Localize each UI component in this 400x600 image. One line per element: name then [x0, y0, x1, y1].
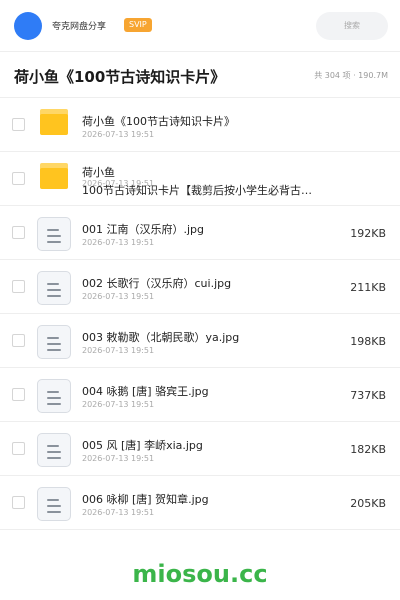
- file-icon: [37, 379, 71, 413]
- item-size: 198KB: [350, 335, 386, 348]
- item-name-continued: 100节古诗知识卡片【裁剪后按小学生必背古…: [82, 184, 312, 197]
- select-checkbox[interactable]: [12, 280, 25, 293]
- list-item[interactable]: 005 风 [唐] 李峤xia.jpg 2026-07-13 19:51 182…: [0, 422, 400, 476]
- item-summary: 共 304 项 · 190.7M: [314, 71, 388, 80]
- item-date: 2026-07-13 19:51: [82, 238, 155, 247]
- item-date: 2026-07-13 19:51: [82, 508, 155, 517]
- select-checkbox[interactable]: [12, 118, 25, 131]
- list-item[interactable]: 003 敕勒歌（北朝民歌）ya.jpg 2026-07-13 19:51 198…: [0, 314, 400, 368]
- watermark-logo: miosou.cc: [132, 560, 268, 588]
- item-date: 2026-07-13 19:51: [82, 130, 155, 139]
- item-size: 737KB: [350, 389, 386, 402]
- item-date: 2026-07-13 19:51: [82, 454, 155, 463]
- file-icon: [37, 487, 71, 521]
- folder-icon: [40, 109, 68, 135]
- select-checkbox[interactable]: [12, 442, 25, 455]
- select-checkbox[interactable]: [12, 388, 25, 401]
- svip-badge: SVIP: [124, 18, 152, 32]
- file-icon: [37, 271, 71, 305]
- file-icon: [37, 325, 71, 359]
- list-item[interactable]: 002 长歌行（汉乐府）cui.jpg 2026-07-13 19:51 211…: [0, 260, 400, 314]
- list-item[interactable]: 荷小鱼 2026-07-13 19:51 100节古诗知识卡片【裁剪后按小学生必…: [0, 152, 400, 206]
- item-size: 211KB: [350, 281, 386, 294]
- header-bar: 夸克网盘分享 SVIP 搜索: [0, 0, 400, 52]
- folder-icon: [40, 163, 68, 189]
- item-name: 荷小鱼《100节古诗知识卡片》: [82, 115, 235, 128]
- search-input[interactable]: 搜索: [316, 12, 388, 40]
- item-date: 2026-07-13 19:51: [82, 292, 155, 301]
- item-name: 005 风 [唐] 李峤xia.jpg: [82, 439, 203, 452]
- list-item[interactable]: 荷小鱼《100节古诗知识卡片》 2026-07-13 19:51: [0, 98, 400, 152]
- list-item[interactable]: 004 咏鹅 [唐] 骆宾王.jpg 2026-07-13 19:51 737K…: [0, 368, 400, 422]
- list-item[interactable]: 001 江南（汉乐府）.jpg 2026-07-13 19:51 192KB: [0, 206, 400, 260]
- file-icon: [37, 433, 71, 467]
- select-checkbox[interactable]: [12, 334, 25, 347]
- file-icon: [37, 217, 71, 251]
- item-name: 荷小鱼: [82, 166, 115, 179]
- select-checkbox[interactable]: [12, 226, 25, 239]
- avatar[interactable]: [14, 12, 42, 40]
- item-size: 182KB: [350, 443, 386, 456]
- file-list: 荷小鱼《100节古诗知识卡片》 2026-07-13 19:51 荷小鱼 202…: [0, 98, 400, 530]
- page-title: 荷小鱼《100节古诗知识卡片》: [14, 68, 226, 86]
- item-date: 2026-07-13 19:51: [82, 346, 155, 355]
- item-name: 001 江南（汉乐府）.jpg: [82, 223, 205, 236]
- item-name: 006 咏柳 [唐] 贺知章.jpg: [82, 493, 209, 506]
- select-checkbox[interactable]: [12, 496, 25, 509]
- item-size: 205KB: [350, 497, 386, 510]
- list-item[interactable]: 006 咏柳 [唐] 贺知章.jpg 2026-07-13 19:51 205K…: [0, 476, 400, 530]
- title-row: 荷小鱼《100节古诗知识卡片》 共 304 项 · 190.7M: [0, 52, 400, 98]
- item-name: 002 长歌行（汉乐府）cui.jpg: [82, 277, 232, 290]
- item-date: 2026-07-13 19:51: [82, 400, 155, 409]
- item-name: 003 敕勒歌（北朝民歌）ya.jpg: [82, 331, 240, 344]
- share-source-name: 夸克网盘分享: [52, 22, 107, 32]
- select-checkbox[interactable]: [12, 172, 25, 185]
- item-name: 004 咏鹅 [唐] 骆宾王.jpg: [82, 385, 209, 398]
- item-size: 192KB: [350, 227, 386, 240]
